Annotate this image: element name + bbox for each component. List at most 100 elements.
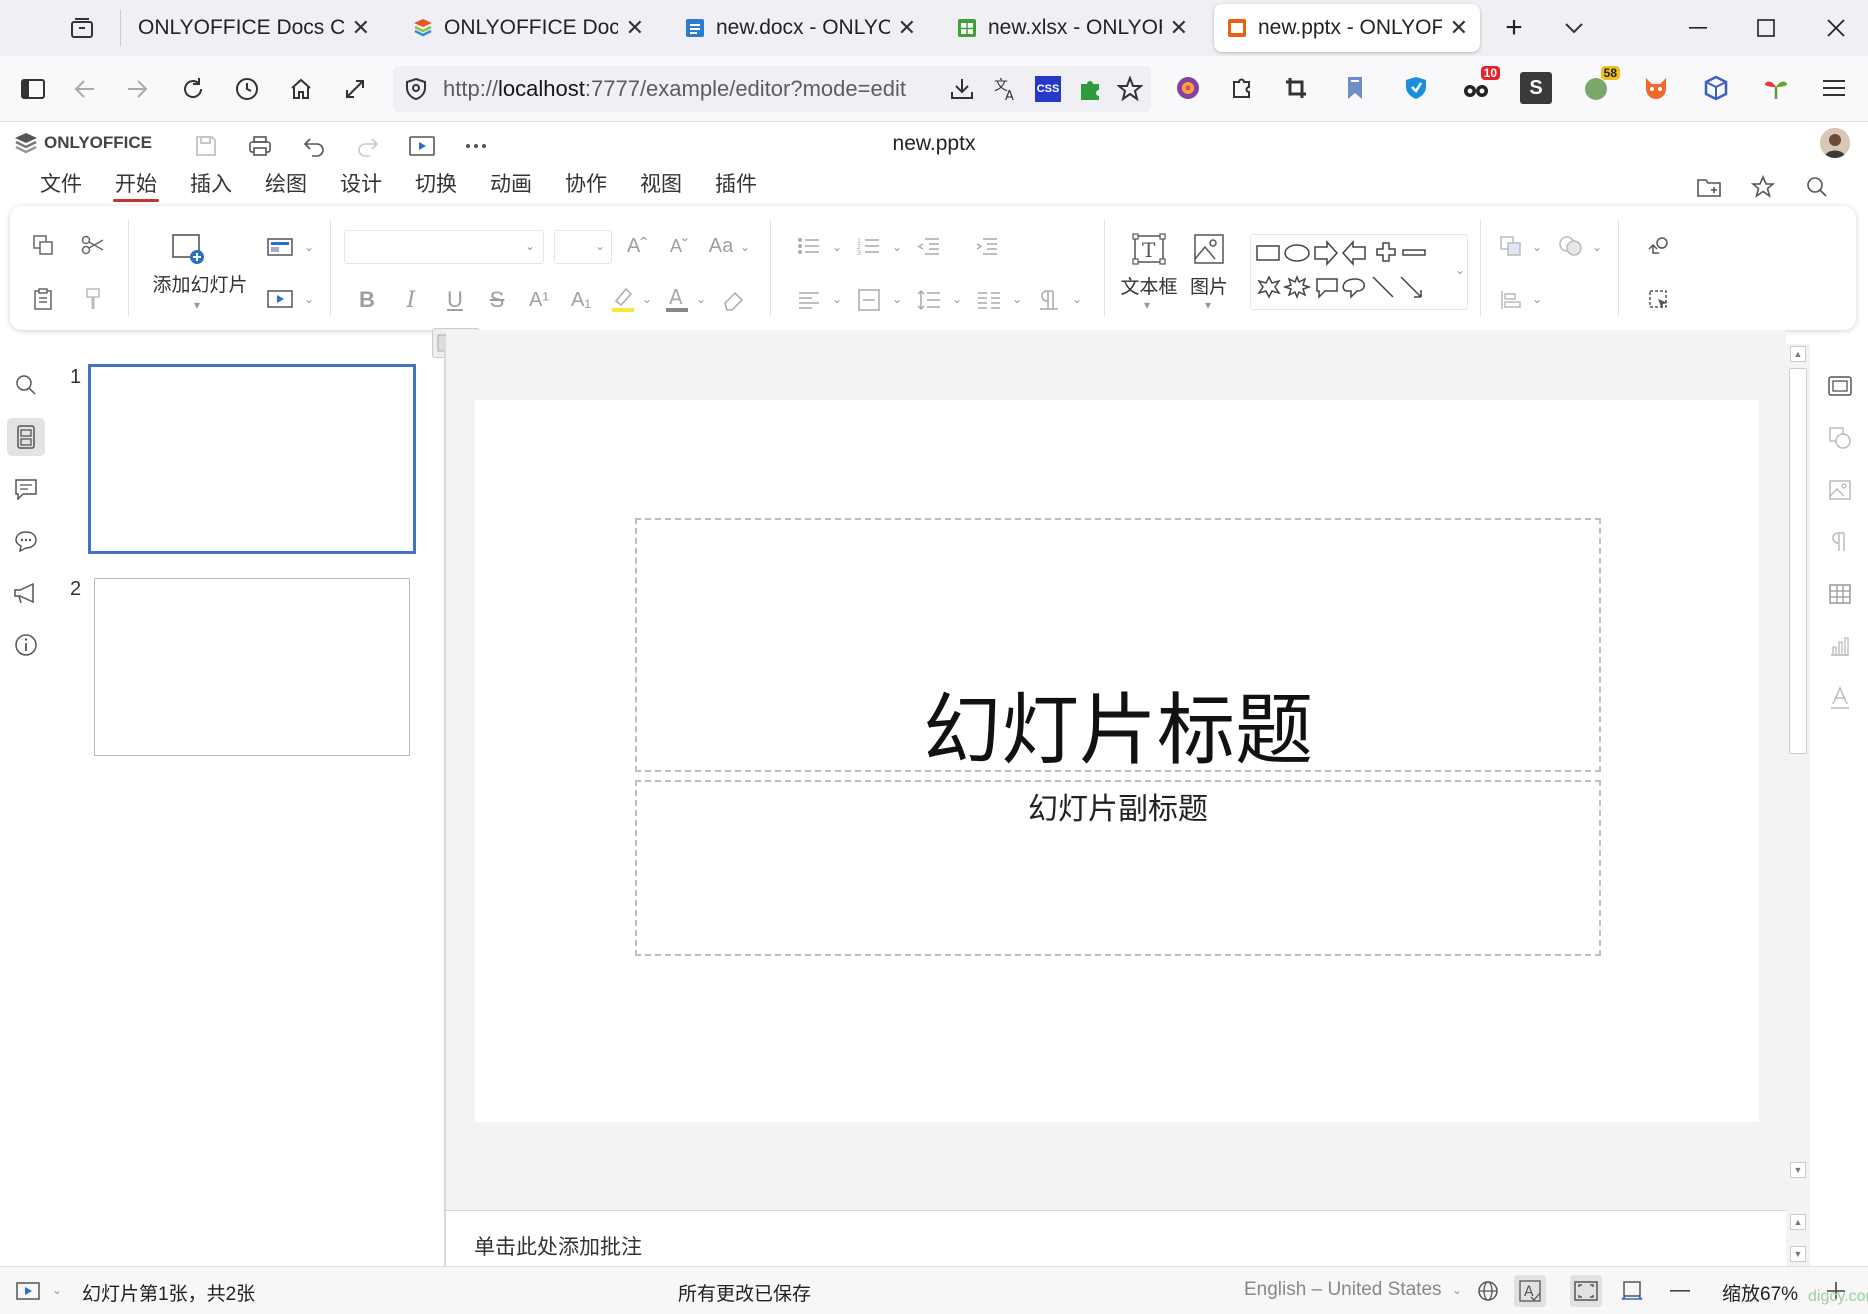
browser-tab-2[interactable]: ONLYOFFICE Docume ✕ — [400, 4, 656, 52]
image-settings-button[interactable] — [1824, 474, 1856, 506]
chevron-down-icon[interactable]: ⌄ — [832, 292, 842, 306]
decrease-indent-button[interactable] — [914, 230, 944, 262]
onlyoffice-logo[interactable]: ONLYOFFICE — [14, 132, 152, 154]
redo-button[interactable] — [350, 128, 386, 164]
puzzle-icon[interactable] — [1077, 76, 1103, 102]
bookmark-ext-button[interactable] — [1340, 72, 1372, 104]
chevron-down-icon[interactable]: ⌄ — [832, 240, 842, 254]
minimize-button[interactable] — [1668, 8, 1728, 48]
image-label[interactable]: 图片 — [1180, 272, 1238, 299]
tab-collaboration[interactable]: 协作 — [565, 168, 607, 202]
chevron-down-icon[interactable]: ▾ — [1144, 298, 1150, 312]
browser-tab-1[interactable]: ONLYOFFICE Docs Comm ✕ — [126, 4, 382, 52]
chevron-down-icon[interactable]: ▾ — [1205, 298, 1211, 312]
paste-button[interactable] — [26, 282, 60, 316]
more-quick-actions-button[interactable] — [458, 128, 494, 164]
maximize-button[interactable] — [1736, 8, 1796, 48]
tab-close-icon[interactable]: ✕ — [626, 15, 644, 41]
chevron-down-icon[interactable]: ⌄ — [304, 240, 314, 254]
chevron-down-icon[interactable]: ⌄ — [1532, 292, 1542, 306]
browser-tab-3[interactable]: new.docx - ONLYOFFI ✕ — [672, 4, 928, 52]
textart-settings-button[interactable] — [1824, 682, 1856, 714]
s-ext-button[interactable]: S — [1520, 72, 1552, 104]
decrease-font-button[interactable]: Aˇ — [664, 230, 694, 262]
format-painter-button[interactable] — [76, 282, 110, 316]
group-button[interactable] — [1554, 230, 1588, 262]
chevron-down-icon[interactable]: ⌄ — [1452, 1283, 1462, 1297]
start-slideshow-button[interactable] — [404, 128, 440, 164]
back-button[interactable] — [66, 70, 104, 108]
fit-to-slide-button[interactable] — [1570, 1275, 1602, 1307]
slide-canvas[interactable]: 幻灯片标题 幻灯片副标题 — [475, 400, 1759, 1122]
forward-button[interactable] — [118, 70, 156, 108]
color-wheel-ext-button[interactable] — [1172, 72, 1204, 104]
search-panel-button[interactable] — [7, 366, 45, 404]
chevron-down-icon[interactable]: ⌄ — [696, 292, 706, 306]
shape-gallery[interactable]: ⌄ — [1250, 234, 1468, 310]
undo-button[interactable] — [296, 128, 332, 164]
increase-font-button[interactable]: Aˆ — [622, 230, 652, 262]
chevron-down-icon[interactable]: ⌄ — [52, 1283, 62, 1297]
address-bar[interactable]: http://localhost:7777/example/editor?mod… — [393, 66, 1151, 112]
slide-thumbnail-1[interactable] — [88, 364, 416, 554]
sprout-ext-button[interactable] — [1760, 72, 1792, 104]
change-layout-button[interactable] — [262, 232, 298, 262]
browser-tab-4[interactable]: new.xlsx - ONLYOFFIC ✕ — [944, 4, 1200, 52]
slideshow-from-start-button[interactable] — [12, 1275, 44, 1307]
slideshow-options-button[interactable] — [262, 284, 298, 314]
zoom-out-button[interactable] — [1664, 1275, 1696, 1307]
chevron-down-icon[interactable]: ⌄ — [1592, 240, 1602, 254]
select-all-button[interactable] — [1642, 284, 1676, 316]
tab-file[interactable]: 文件 — [40, 168, 82, 202]
open-file-location-button[interactable] — [1692, 170, 1726, 204]
line-spacing-button[interactable] — [914, 284, 944, 316]
sidebar-toggle-button[interactable] — [14, 70, 52, 108]
search-button[interactable] — [1800, 170, 1834, 204]
replace-button[interactable] — [1642, 230, 1676, 262]
fit-to-width-button[interactable] — [1616, 1275, 1648, 1307]
insert-image-button[interactable] — [1190, 230, 1228, 268]
bullets-button[interactable] — [794, 230, 824, 262]
scroll-up-button[interactable]: ▲ — [1790, 1214, 1806, 1230]
tab-overflow-button[interactable] — [1544, 8, 1604, 48]
tab-design[interactable]: 设计 — [340, 168, 382, 202]
spellcheck-button[interactable]: A — [1514, 1275, 1546, 1307]
tab-home[interactable]: 开始 — [113, 168, 159, 202]
chevron-down-icon[interactable]: ⌄ — [642, 292, 652, 306]
chevron-down-icon[interactable]: ⌄ — [740, 240, 750, 254]
download-icon[interactable] — [949, 76, 975, 102]
print-button[interactable] — [242, 128, 278, 164]
slide-settings-button[interactable] — [1824, 370, 1856, 402]
tab-close-icon[interactable]: ✕ — [898, 15, 916, 41]
change-case-button[interactable]: Aa — [704, 230, 738, 262]
underline-button[interactable]: U — [440, 284, 470, 316]
thumbnails-panel-button[interactable] — [7, 418, 45, 456]
chevron-down-icon[interactable]: ⌄ — [892, 292, 902, 306]
chevron-down-icon[interactable]: ⌄ — [1072, 292, 1082, 306]
favorite-button[interactable] — [1746, 170, 1780, 204]
insert-textbox-button[interactable]: T — [1130, 230, 1168, 268]
chat-panel-button[interactable] — [7, 522, 45, 560]
zoom-level[interactable]: 缩放67% — [1722, 1279, 1798, 1306]
tab-close-icon[interactable]: ✕ — [352, 15, 370, 41]
translate-icon[interactable]: 文A — [993, 76, 1019, 102]
paragraph-settings-button[interactable] — [1824, 526, 1856, 558]
scroll-down-button[interactable]: ▼ — [1790, 1162, 1806, 1178]
copy-button[interactable] — [26, 228, 60, 262]
cube-ext-button[interactable] — [1700, 72, 1732, 104]
text-direction-button[interactable] — [1034, 284, 1064, 316]
avatar[interactable] — [1820, 128, 1850, 158]
star-icon[interactable] — [1117, 76, 1143, 102]
tab-view[interactable]: 视图 — [640, 168, 682, 202]
vertical-scrollbar[interactable]: ▲ ▼ — [1786, 344, 1810, 1210]
clear-style-button[interactable] — [718, 284, 748, 316]
glasses-ext-button[interactable]: 10 — [1460, 66, 1500, 104]
shape-settings-button[interactable] — [1824, 422, 1856, 454]
vertical-align-button[interactable] — [854, 284, 884, 316]
scroll-down-button[interactable]: ▼ — [1790, 1246, 1806, 1262]
chevron-down-icon[interactable]: ⌄ — [952, 292, 962, 306]
italic-button[interactable]: I — [396, 284, 426, 316]
slide-subtitle[interactable]: 幻灯片副标题 — [637, 784, 1599, 828]
tab-close-icon[interactable]: ✕ — [1450, 15, 1468, 41]
tab-animation[interactable]: 动画 — [490, 168, 532, 202]
